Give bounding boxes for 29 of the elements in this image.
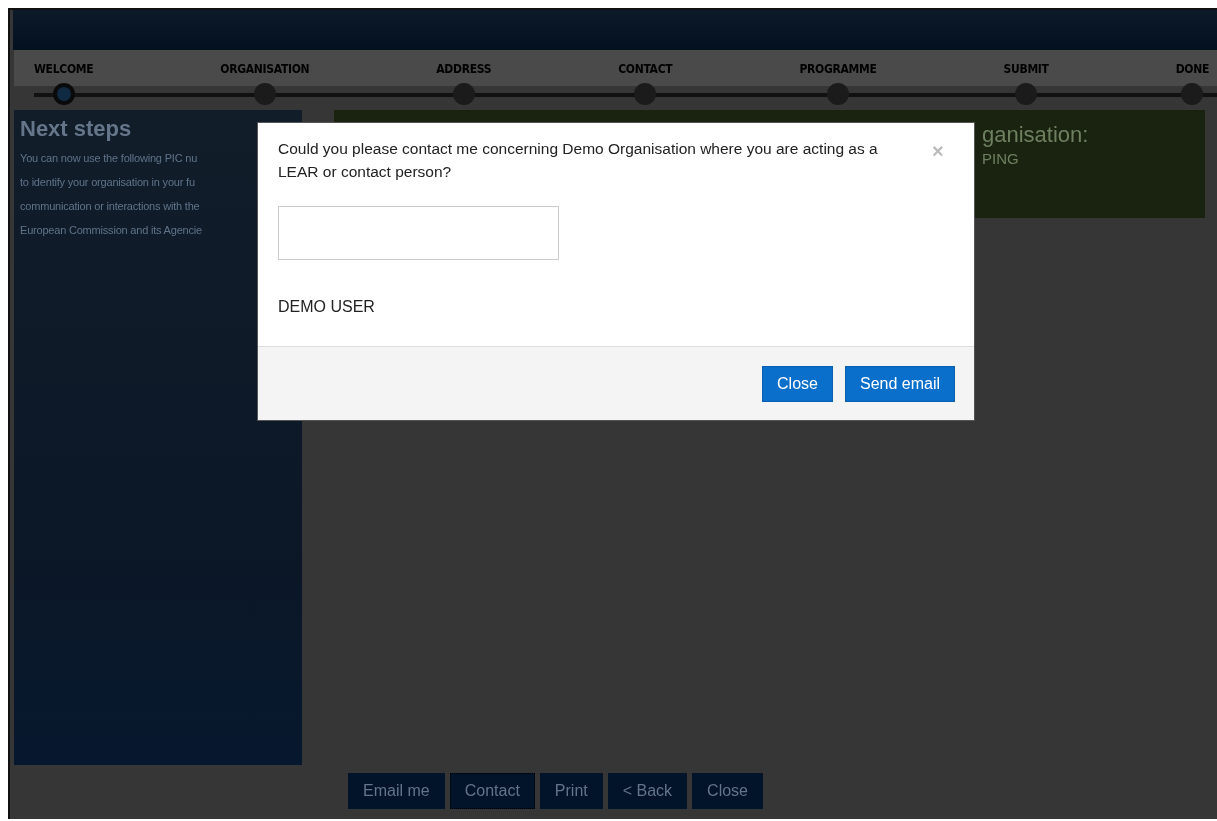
- step-dot[interactable]: [1015, 83, 1038, 105]
- step-dot[interactable]: [452, 83, 475, 105]
- action-button[interactable]: Close: [692, 773, 763, 809]
- step-dot[interactable]: [52, 83, 75, 105]
- sidebar-title: Next steps: [20, 116, 133, 142]
- step-label[interactable]: PROGRAMME: [799, 50, 877, 80]
- panel-title: ganisation:: [982, 122, 1090, 148]
- sender-name: DEMO USER: [278, 298, 376, 316]
- action-button[interactable]: < Back: [607, 773, 688, 809]
- action-button[interactable]: Email me: [348, 773, 445, 809]
- panel-subtitle: PING: [982, 150, 1020, 167]
- step-label[interactable]: DONE: [1175, 50, 1209, 80]
- step-label[interactable]: ORGANISATION: [220, 50, 310, 80]
- sidebar-text: European Commission and its Agencie: [20, 223, 203, 238]
- step-dot[interactable]: [1181, 83, 1204, 105]
- step-label[interactable]: SUBMIT: [1003, 50, 1049, 80]
- step-label[interactable]: WELCOME: [34, 50, 94, 80]
- dialog-message: Could you please contact me concerning Demo Organisation where you are acting as a LEAR or contact person?: [278, 139, 879, 182]
- input-field[interactable]: [278, 206, 559, 260]
- step-dot[interactable]: [253, 83, 276, 105]
- step-label[interactable]: ADDRESS: [436, 50, 492, 80]
- dialog-button[interactable]: Close: [762, 365, 833, 402]
- step-dot[interactable]: [634, 83, 657, 105]
- step-label[interactable]: CONTACT: [618, 50, 673, 80]
- sidebar-text: communication or interactions with the: [20, 199, 201, 214]
- step-dot[interactable]: [826, 83, 849, 105]
- action-button[interactable]: Contact: [449, 773, 535, 809]
- dialog-button[interactable]: Send email: [844, 365, 955, 402]
- action-button[interactable]: Print: [539, 773, 603, 809]
